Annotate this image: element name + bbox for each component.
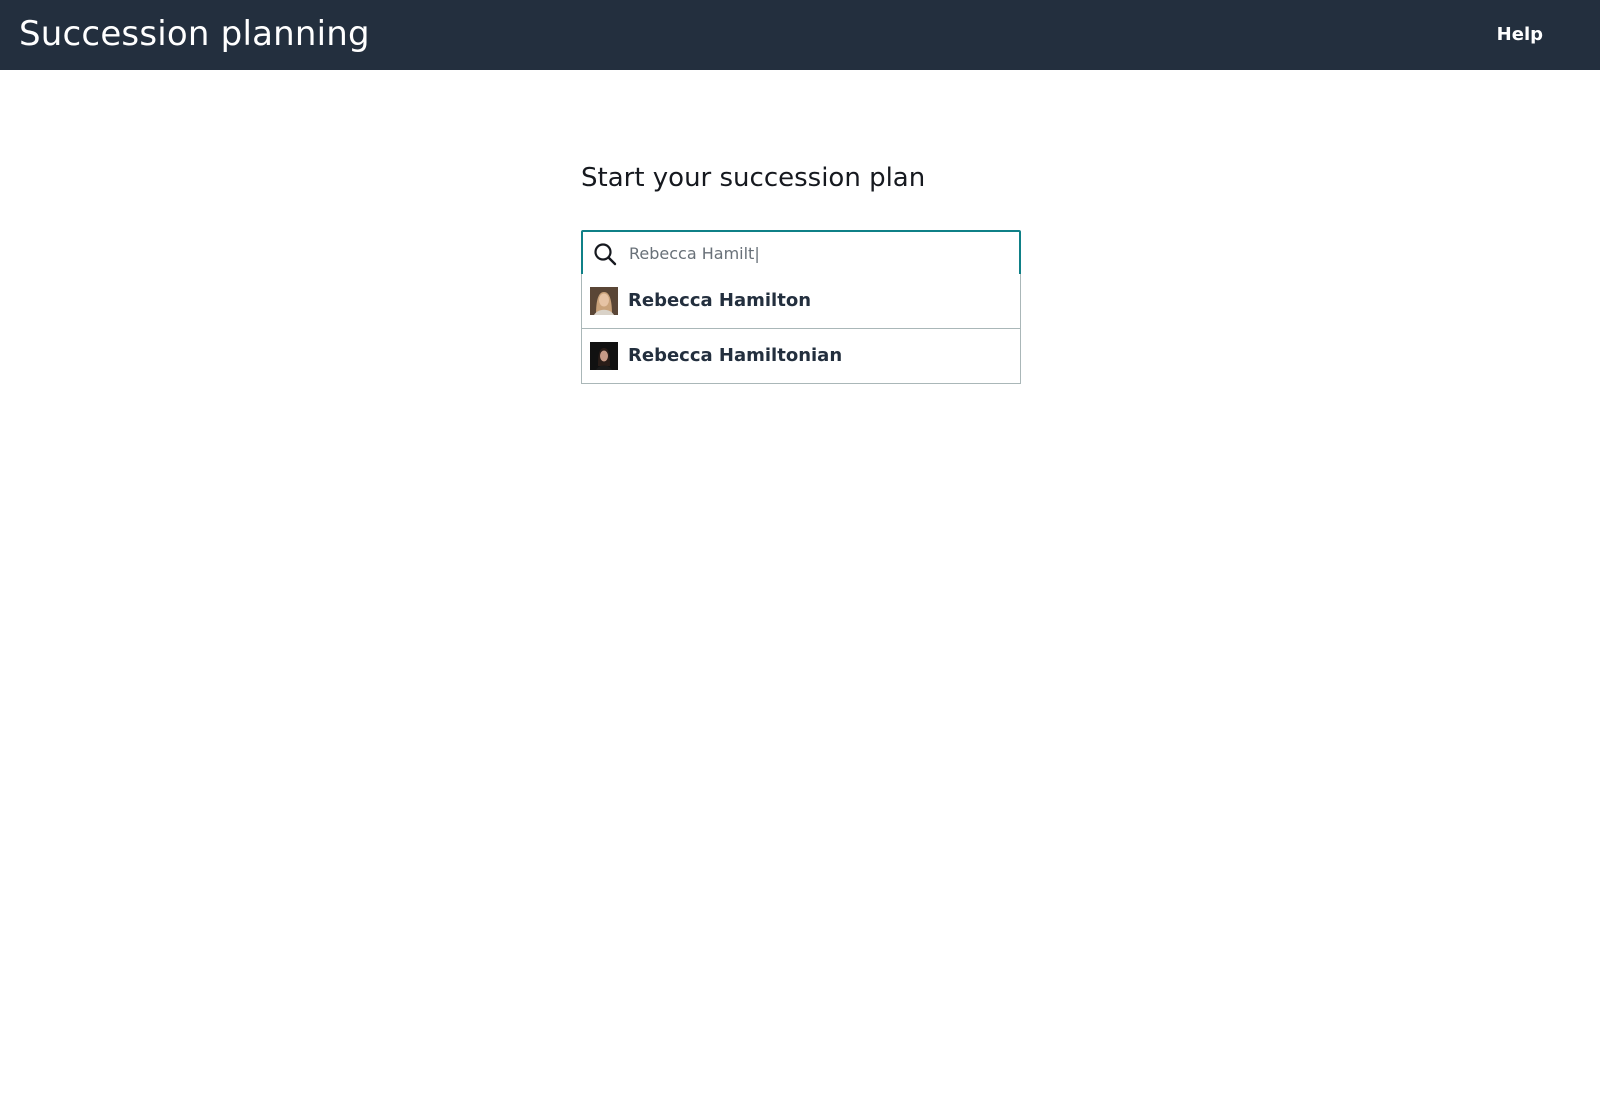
help-link[interactable]: Help: [1497, 24, 1543, 46]
main-content: Start your succession plan Rebecca Hamil…: [581, 160, 1021, 384]
suggestion-name: Rebecca Hamiltonian: [628, 345, 843, 366]
employee-search-field[interactable]: [581, 230, 1021, 276]
page-title: Start your succession plan: [581, 163, 926, 193]
avatar: [590, 287, 618, 315]
app-title: Succession planning: [19, 14, 370, 54]
search-suggestions-list: Rebecca Hamilton Rebecca Hamiltonian: [581, 274, 1021, 384]
avatar: [590, 342, 618, 370]
top-navigation-bar: Succession planning Help: [0, 0, 1600, 70]
suggestion-item-rebecca-hamilton[interactable]: Rebecca Hamilton: [582, 274, 1020, 329]
suggestion-name: Rebecca Hamilton: [628, 290, 812, 311]
search-input[interactable]: [629, 232, 1009, 274]
search-icon: [593, 242, 617, 266]
suggestion-item-rebecca-hamiltonian[interactable]: Rebecca Hamiltonian: [582, 329, 1020, 383]
